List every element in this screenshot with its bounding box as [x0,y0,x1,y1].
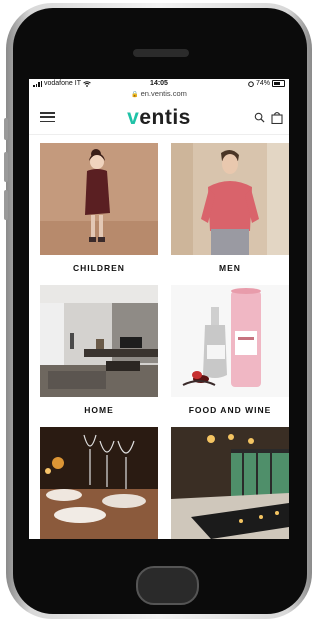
url-text: en.ventis.com [140,89,187,98]
shopping-bag-icon[interactable] [271,111,283,124]
men-image [171,143,289,255]
phone-screen: vodafone IT 14:05 74% 🔒 en.ventis.com ven… [29,79,289,539]
category-tile-6[interactable] [171,427,289,539]
battery-icon [272,80,285,87]
site-logo[interactable]: ventis [29,106,289,130]
volume-up-button [4,152,8,182]
search-icon[interactable] [254,112,265,123]
pool-interior-image [171,427,289,539]
mute-switch [4,118,8,140]
food-and-wine-image [171,285,289,397]
phone-home-button[interactable] [136,566,199,605]
category-label: HOME [84,405,114,415]
category-label: FOOD AND WINE [188,405,272,415]
category-tile-food-and-wine[interactable]: FOOD AND WINE [171,285,289,427]
dining-table-image [40,427,158,539]
children-image [40,143,158,255]
category-label: MEN [219,263,241,273]
status-bar: vodafone IT 14:05 74% [29,79,289,89]
category-tile-men[interactable]: MEN [171,143,289,285]
earpiece-speaker [133,49,189,57]
lock-icon: 🔒 [131,92,139,98]
category-label: CHILDREN [73,263,125,273]
category-tile-5[interactable] [40,427,158,539]
battery-percent: 74% [255,80,270,87]
address-bar[interactable]: 🔒 en.ventis.com [29,89,289,100]
alarm-icon [248,80,254,87]
category-tile-children[interactable]: CHILDREN [40,143,158,285]
category-grid: CHILDREN MEN HOME FOOD AND WINE [29,135,289,539]
volume-down-button [4,190,8,220]
site-header: ventis [29,100,289,135]
category-tile-home[interactable]: HOME [40,285,158,427]
home-image [40,285,158,397]
